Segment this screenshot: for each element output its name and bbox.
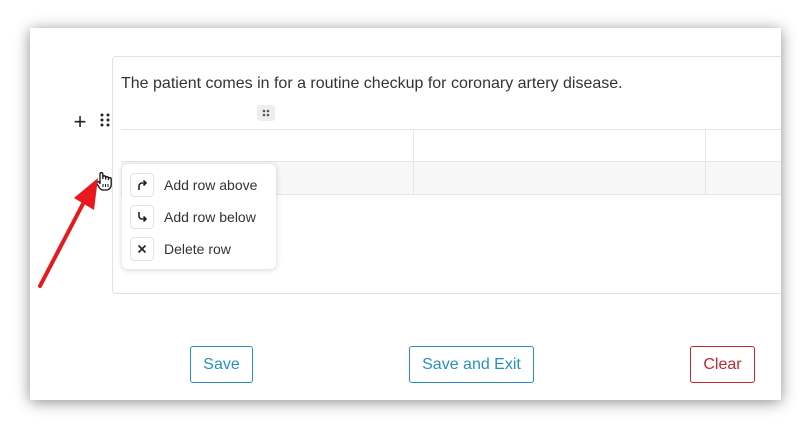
delete-row-item[interactable]: Delete row xyxy=(130,236,270,262)
table-handle-icon[interactable] xyxy=(257,105,275,121)
row-context-menu: Add row above Add row below Delete row xyxy=(122,164,276,269)
close-icon xyxy=(130,237,154,261)
paragraph-text[interactable]: The patient comes in for a routine check… xyxy=(121,75,623,93)
arrow-up-right-icon xyxy=(130,173,154,197)
arrow-down-right-icon xyxy=(130,205,154,229)
table-cell[interactable] xyxy=(413,130,706,162)
table-cell[interactable] xyxy=(705,130,781,162)
table-row xyxy=(121,129,781,162)
table-cell[interactable] xyxy=(121,130,413,162)
add-row-above-item[interactable]: Add row above xyxy=(130,172,270,198)
drag-handle-icon[interactable] xyxy=(100,113,110,127)
hand-cursor-icon xyxy=(96,172,112,191)
add-block-icon[interactable]: + xyxy=(71,111,89,133)
table-cell[interactable] xyxy=(705,162,781,194)
save-and-exit-button[interactable]: Save and Exit xyxy=(409,346,534,383)
add-row-below-item[interactable]: Add row below xyxy=(130,204,270,230)
menu-item-label: Add row above xyxy=(164,177,258,193)
clear-button[interactable]: Clear xyxy=(690,346,755,383)
menu-item-label: Add row below xyxy=(164,209,256,225)
table-cell[interactable] xyxy=(413,162,706,194)
menu-item-label: Delete row xyxy=(164,241,231,257)
save-button[interactable]: Save xyxy=(190,346,253,383)
editor-window: + The patient comes in for a routine che… xyxy=(30,28,781,400)
